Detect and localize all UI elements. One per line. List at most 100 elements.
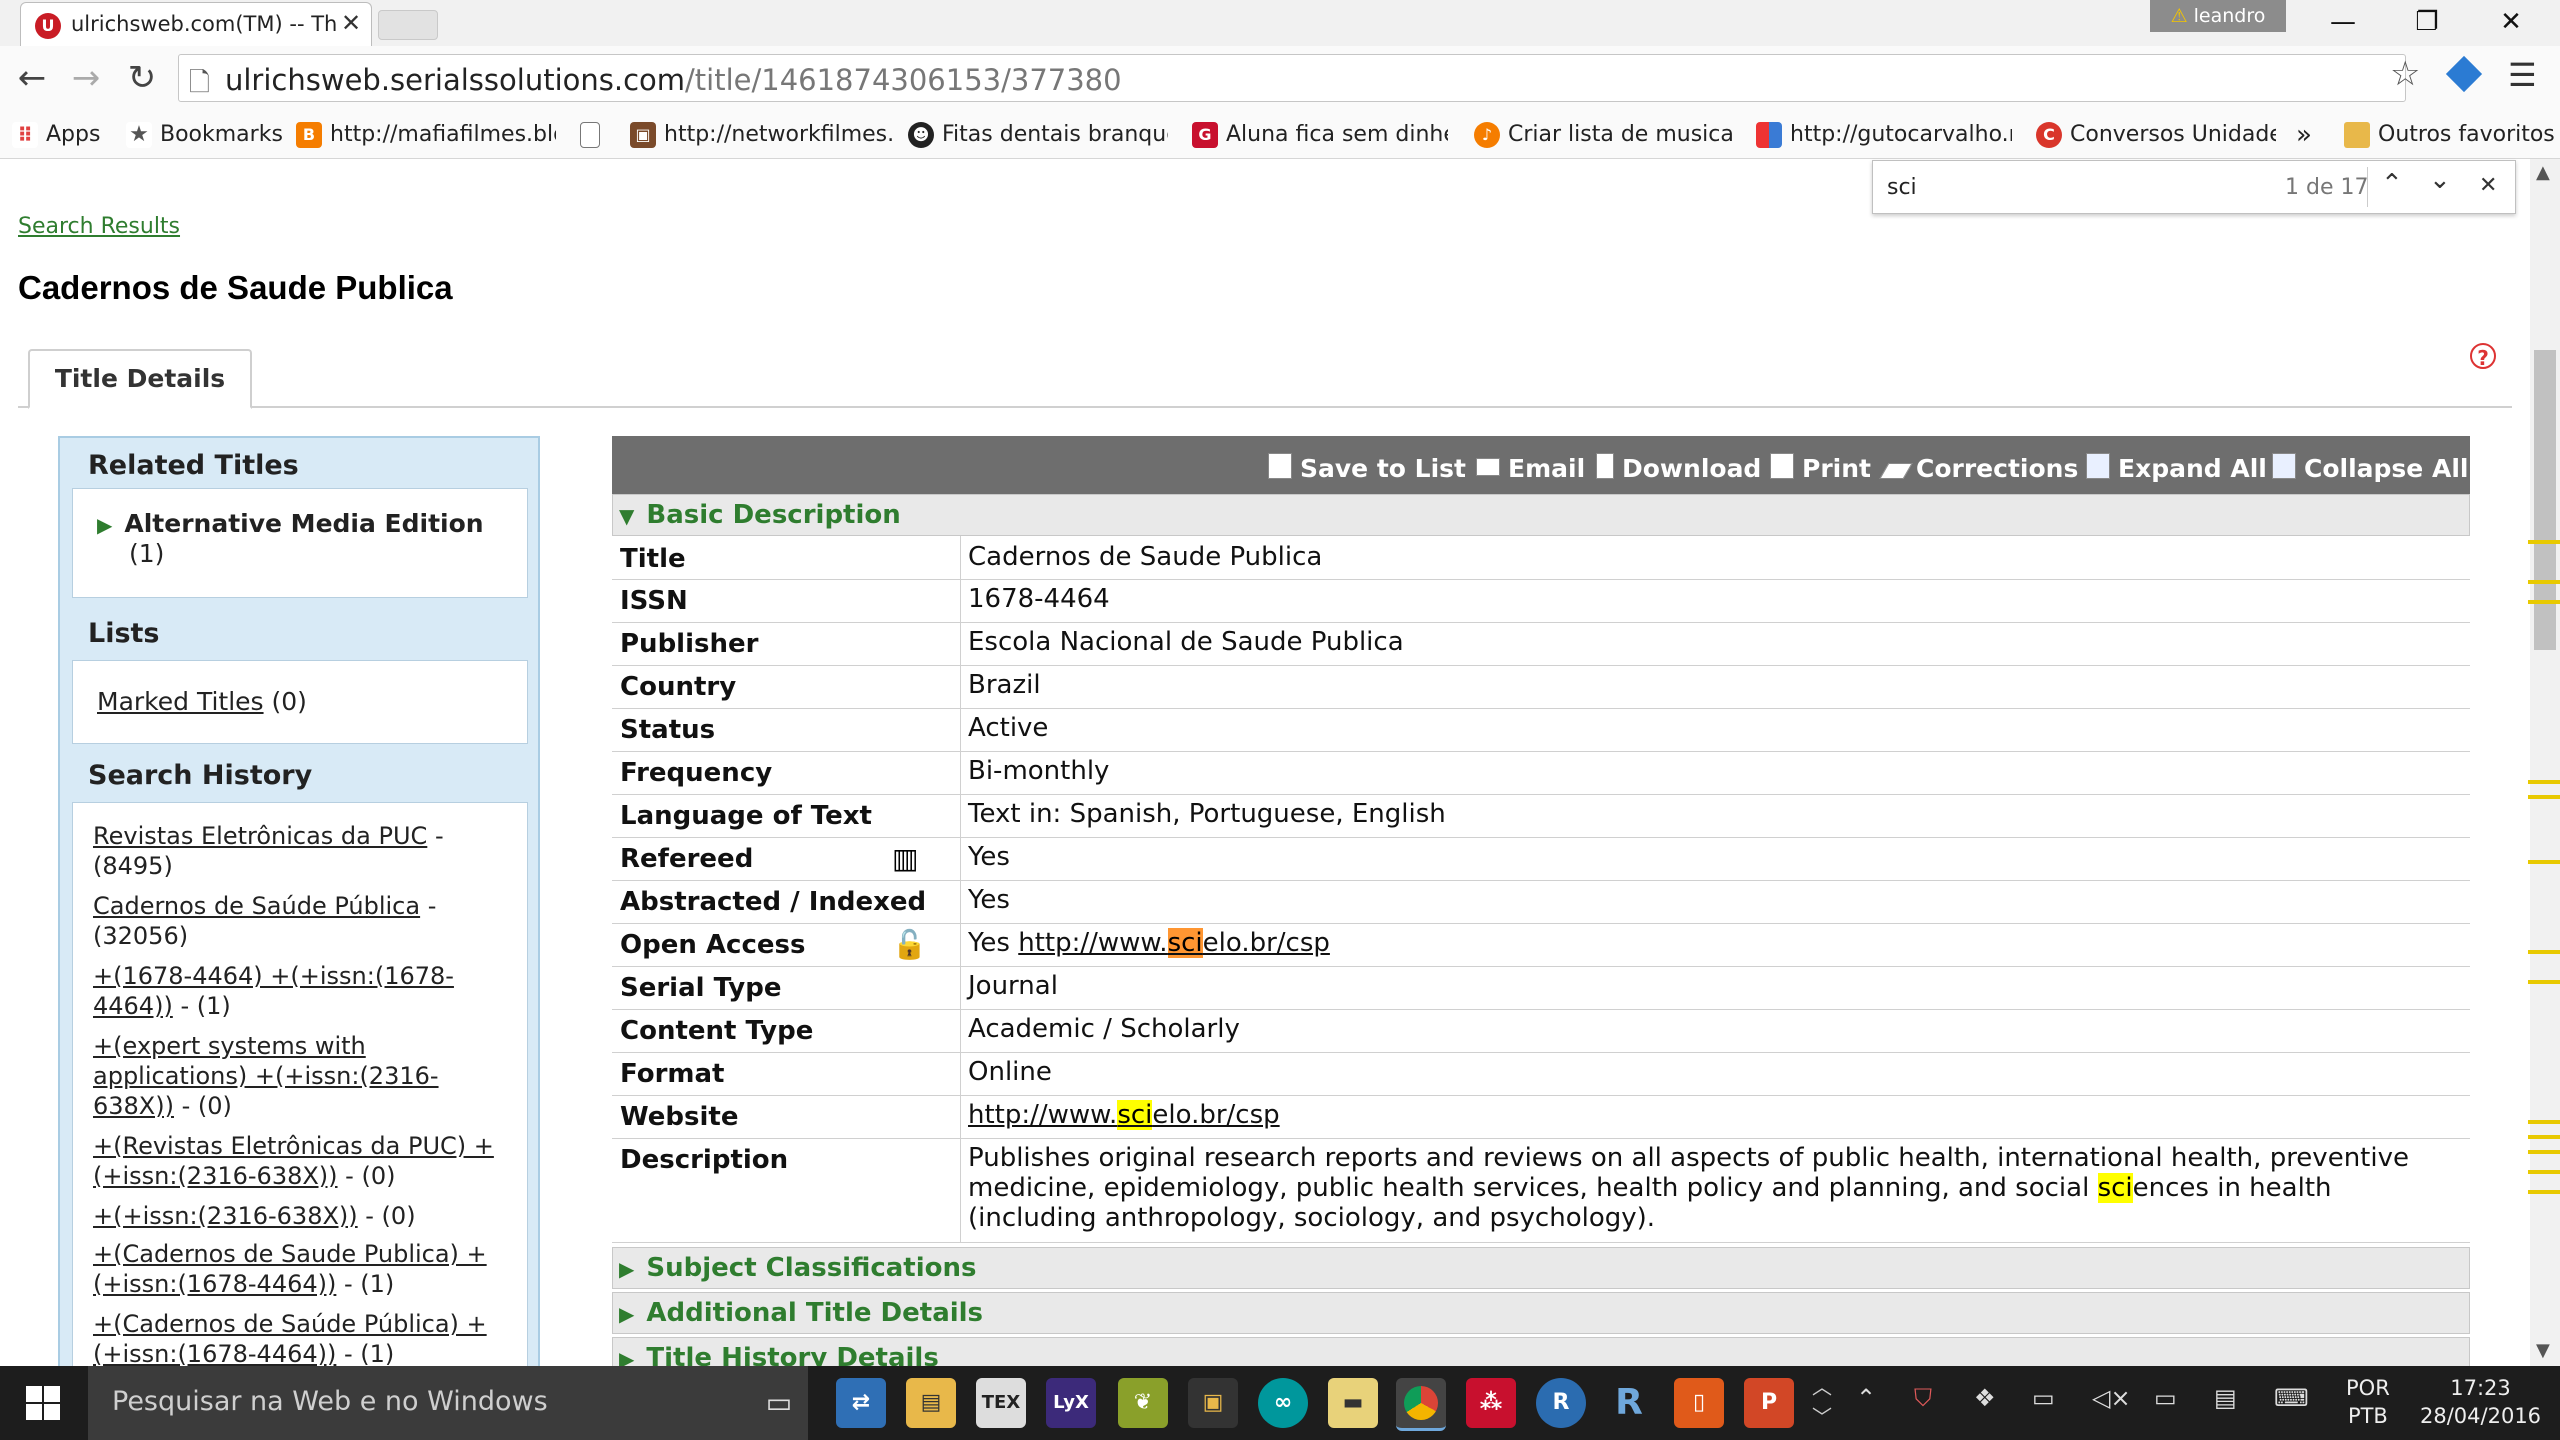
browser-tab[interactable]: U ulrichsweb.com(TM) -- Th ✕ [20,2,372,46]
website-link[interactable]: http://www.scielo.br/csp [968,1100,1280,1130]
find-close-icon[interactable]: ✕ [2479,173,2497,198]
tray-keyboard-icon[interactable]: ⌨ [2274,1384,2309,1412]
download-button[interactable]: Download [1596,436,1761,494]
rstudio-icon[interactable]: R [1604,1378,1654,1428]
find-previous-icon[interactable]: ⌃ [2381,169,2403,199]
bookmark-fitas[interactable]: ☻ Fitas dentais branque [908,112,1168,158]
bookmark-star-icon[interactable]: ☆ [2390,54,2420,94]
tray-shield-icon[interactable]: ⛉ [1914,1384,1932,1412]
section-subject-classifications[interactable]: ▶ Subject Classifications [612,1247,2470,1289]
tray-dropbox-icon[interactable]: ❖ [1974,1384,1996,1412]
powerpoint-icon[interactable]: P [1744,1378,1794,1428]
tray-expand-icon[interactable]: ⌃ [1856,1384,1876,1412]
bookmark-apps[interactable]: ⠿ Apps [12,112,100,158]
collapse-all-label: Collapse All [2304,454,2469,483]
find-next-icon[interactable]: ⌄ [2429,165,2451,195]
bookmark-gutocarvalho[interactable]: http://gutocarvalho.n [1756,112,2012,158]
notes-app-icon[interactable]: ▣ [1188,1378,1238,1428]
mendeley-icon[interactable]: ⁂ [1466,1378,1516,1428]
bookmark-bookmarks[interactable]: ★ Bookmarks [126,112,283,158]
print-button[interactable]: Print [1770,436,1871,494]
tab-close-icon[interactable]: ✕ [341,9,361,37]
bookmark-aluna[interactable]: G Aluna fica sem dinhei [1192,112,1448,158]
bookmark-outros-favoritos[interactable]: Outros favoritos [2344,112,2555,158]
url-text[interactable]: ulrichsweb.serialssolutions.com/title/14… [225,63,1122,97]
history-link[interactable]: Cadernos de Saúde Pública [93,892,420,920]
chrome-taskbar-icon[interactable] [1396,1378,1446,1431]
alternative-media-edition-toggle[interactable]: ▶ Alternative Media Edition [97,509,484,538]
history-link[interactable]: Revistas Eletrônicas da PUC [93,822,427,850]
history-link[interactable]: +(Cadernos de Saúde Pública) +(+issn:(16… [93,1310,487,1366]
scrollbar-thumb[interactable] [2534,350,2556,650]
tray-volume-icon[interactable]: ◁× [2092,1384,2131,1412]
collapse-triangle-icon: ▼ [619,504,635,528]
reload-icon[interactable]: ↻ [122,58,162,98]
taskbar-search[interactable]: Pesquisar na Web e no Windows [88,1366,808,1440]
history-link[interactable]: +(Revistas Eletrônicas da PUC) +(+issn:(… [93,1132,494,1190]
bookmark-mafiafilmes[interactable]: Bhttp://mafiafilmes.blo [296,112,556,158]
history-link[interactable]: +(+issn:(2316-638X)) [93,1202,358,1230]
bookmark-networkfilmes[interactable]: ▣ http://networkfilmes.l [630,112,892,158]
history-link[interactable]: +(Cadernos de Saude Publica) +(+issn:(16… [93,1240,487,1298]
bookmarks-overflow-icon[interactable]: » [2296,112,2312,158]
section-basic-description[interactable]: ▼ Basic Description [612,494,2470,536]
page-scrollbar[interactable] [2530,159,2560,1366]
new-tab-button[interactable] [378,10,438,40]
collapse-all-button[interactable]: Collapse All [2272,436,2468,494]
section-title-history-details[interactable]: ▶ Title History Details [612,1337,2470,1366]
history-count: - (0) [357,1202,416,1230]
network-app-icon[interactable]: ⇄ [836,1378,886,1428]
r-app-icon[interactable]: R [1536,1378,1586,1428]
expand-all-button[interactable]: Expand All [2086,436,2267,494]
search-results-link[interactable]: Search Results [18,214,180,239]
back-arrow-icon[interactable]: ← [12,58,52,98]
history-link[interactable]: +(expert systems with applications) +(+i… [93,1032,439,1120]
corrections-button[interactable]: Corrections [1879,436,2078,494]
related-titles-box: ▶ Alternative Media Edition (1) [72,488,528,598]
marked-titles-link[interactable]: Marked Titles [97,687,264,716]
leaf-app-icon[interactable]: ❦ [1118,1378,1168,1428]
tray-clock[interactable]: 17:23 28/04/2016 [2420,1374,2541,1430]
section-additional-title-details[interactable]: ▶ Additional Title Details [612,1292,2470,1334]
tray-notifications-icon[interactable]: ▤ [2214,1384,2237,1412]
close-window-icon[interactable]: ✕ [2476,2,2546,42]
scroll-down-icon[interactable]: ▼ [2536,1340,2550,1361]
folder-icon [2344,122,2370,148]
minimize-icon[interactable]: — [2308,2,2378,42]
windows-start-icon[interactable] [26,1386,60,1420]
forward-arrow-icon[interactable]: → [66,58,106,98]
help-icon[interactable]: ? [2470,343,2496,370]
open-lock-icon[interactable]: 🔓 [892,928,927,961]
office-app-icon[interactable]: ▯ [1674,1378,1724,1428]
lyx-app-icon[interactable]: LyX [1046,1378,1096,1428]
history-item: +(1678-4464) +(+issn:(1678-4464)) - (1) [93,961,513,1021]
tab-title-details[interactable]: Title Details [28,349,252,409]
arduino-icon[interactable]: ∞ [1258,1378,1308,1428]
column-divider [960,752,961,795]
chrome-menu-icon[interactable]: ☰ [2508,56,2537,94]
bookmark-criar-lista[interactable]: ♪ Criar lista de musica c [1474,112,1736,158]
tray-network-icon[interactable]: ▭ [2154,1384,2177,1412]
bookmark-label: Outros favoritos [2378,122,2555,147]
find-input[interactable]: sci [1887,175,1917,200]
save-to-list-button[interactable]: Save to List [1268,436,1466,494]
address-bar[interactable]: 🗋 ulrichsweb.serialssolutions.com/title/… [178,54,2406,102]
tray-language[interactable]: POR PTB [2346,1374,2390,1430]
tray-battery-icon[interactable]: ▭ [2032,1384,2055,1412]
history-link[interactable]: +(1678-4464) +(+issn:(1678-4464)) [93,962,454,1020]
restore-icon[interactable]: ❐ [2392,2,2462,42]
task-view-icon[interactable]: ▭ [754,1378,804,1428]
taskbar-scroll-icon[interactable]: ︿ ﹀ [1812,1372,1832,1432]
email-button[interactable]: Email [1476,436,1585,494]
marked-titles-item: Marked Titles (0) [97,687,307,716]
folder-app-icon[interactable]: ▬ [1328,1378,1378,1428]
bookmark-blank[interactable] [580,112,608,158]
scroll-up-icon[interactable]: ▲ [2536,162,2550,183]
tex-app-icon[interactable]: TEX [976,1378,1026,1428]
extension-icon[interactable] [2445,55,2483,93]
file-explorer-icon[interactable]: ▤ [906,1378,956,1428]
refereed-icon[interactable]: ▥ [892,842,918,875]
profile-badge[interactable]: ⚠ leandro [2150,0,2286,32]
bookmark-conversos[interactable]: C Conversos Unidade [2036,112,2276,158]
open-access-link[interactable]: http://www.scielo.br/csp [1018,928,1330,958]
